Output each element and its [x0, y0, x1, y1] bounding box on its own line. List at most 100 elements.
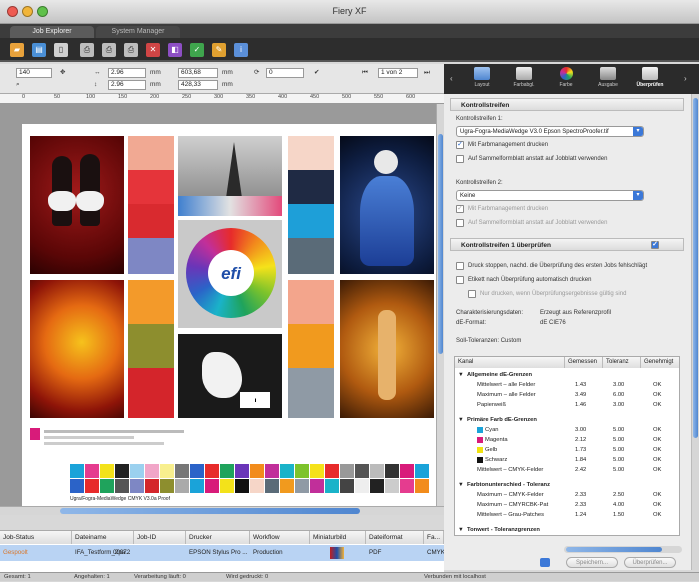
strip2-select[interactable]: Keine ▾ [456, 190, 644, 201]
panel-tab-color-balance[interactable]: Farbabgl. [504, 67, 544, 93]
table-row[interactable]: Papierweiß 1.46 3.00 OK [455, 400, 679, 410]
col-file-format[interactable]: Dateiformat [366, 531, 424, 544]
rotation-field[interactable]: 0 [266, 68, 304, 78]
disclosure-triangle-icon[interactable]: ▼ [458, 525, 464, 535]
col-approved[interactable]: Genehmigt [641, 357, 679, 368]
chevron-right-icon[interactable]: › [684, 74, 687, 84]
row-approved: OK [653, 382, 662, 388]
strip1-sheet-checkbox[interactable] [456, 155, 464, 163]
col-printer[interactable]: Drucker [186, 531, 250, 544]
copies-field[interactable]: 140 [16, 68, 52, 78]
col-filename[interactable]: Dateiname [72, 531, 134, 544]
section-control-strips[interactable]: Kontrollstreifen [450, 98, 684, 111]
col-thumbnail[interactable]: Miniaturbild [310, 531, 366, 544]
zoom-icon[interactable]: ⌕ [16, 80, 20, 90]
strip2-sheet-checkbox[interactable] [456, 219, 464, 227]
table-row[interactable]: Cyan 3.00 5.00 OK [455, 425, 679, 435]
group-title: Primäre Farb dE-Grenzen [467, 417, 537, 423]
canvas-hscroll-thumb[interactable] [60, 508, 360, 514]
tolerance-hscroll[interactable] [564, 546, 682, 553]
group-row[interactable]: ▼ Allgemeine dE-Grenzen [455, 370, 679, 380]
print-settings-icon[interactable]: ⎙ [102, 43, 116, 57]
strip1-select[interactable]: Ugra-Fogra-MediaWedge V3.0 Epson Spectro… [456, 126, 644, 137]
edit-job-icon[interactable]: ✎ [212, 43, 226, 57]
import-icon[interactable]: ▤ [32, 43, 46, 57]
table-row[interactable]: Maximum – CMYK-Felder 2.33 2.50 OK [455, 490, 679, 500]
tab-system-manager[interactable]: System Manager [96, 26, 180, 38]
strip1-cm-checkbox[interactable]: ✓ [456, 141, 464, 149]
confirm-icon[interactable]: ✔ [314, 68, 319, 78]
table-row[interactable]: Mittelwert – CMYK-Felder 2.42 5.00 OK [455, 465, 679, 475]
panel-vertical-scrollbar[interactable] [691, 94, 699, 570]
group-row[interactable]: ▼ Primäre Farb dE-Grenzen [455, 415, 679, 425]
ruler-tick: 50 [54, 94, 61, 100]
floppy-icon[interactable] [540, 558, 550, 567]
color-swatch [288, 280, 334, 324]
job-id: 00072 [113, 549, 131, 556]
col-measured[interactable]: Gemessen [565, 357, 603, 368]
col-workflow[interactable]: Workflow [250, 531, 310, 544]
move-tool-icon[interactable]: ✥ [60, 68, 65, 78]
print-icon[interactable]: ⎙ [80, 43, 94, 57]
open-folder-icon[interactable]: ▰ [10, 43, 24, 57]
width-field[interactable]: 2.96 [108, 68, 146, 78]
disclosure-triangle-icon[interactable]: ▼ [458, 415, 464, 425]
canvas-horizontal-scrollbar[interactable] [0, 506, 444, 515]
chevron-left-icon[interactable]: ‹ [450, 74, 453, 84]
size-width-field[interactable]: 603,68 [178, 68, 218, 78]
disclosure-triangle-icon[interactable]: ▼ [458, 480, 464, 490]
stop-print-checkbox[interactable] [456, 262, 464, 270]
table-row[interactable]: Schwarz 1.84 5.00 OK [455, 455, 679, 465]
section-verify-strip1[interactable]: Kontrollstreifen 1 überprüfen ✓ [450, 238, 684, 251]
save-button[interactable]: Speichern... [566, 557, 618, 568]
first-page-icon[interactable]: ⏮ [362, 68, 368, 78]
cancel-job-icon[interactable]: ✕ [146, 43, 160, 57]
print-queue-icon[interactable]: ⎙ [124, 43, 138, 57]
group-row[interactable]: ▼ Farbtonunterschied - Toleranz [455, 480, 679, 490]
table-row[interactable]: Gelb 1.73 5.00 OK [455, 445, 679, 455]
layout-canvas[interactable]: efi |||||||||||| Ugra/Fogra-MediaWedge C… [0, 104, 436, 506]
disclosure-triangle-icon[interactable]: ▼ [458, 370, 464, 380]
photo-woman-blue-dress[interactable] [340, 136, 434, 274]
table-row[interactable]: Mittelwert – alle Felder 1.43 3.00 OK [455, 380, 679, 390]
document-icon[interactable]: ▯ [54, 43, 68, 57]
col-channel[interactable]: Kanal [455, 357, 565, 368]
row-measured: 3.49 [575, 392, 587, 398]
table-row[interactable]: Maximum – CMYRCBK-Pat 2.33 4.00 OK [455, 500, 679, 510]
table-row[interactable]: Magenta 2.12 5.00 OK [455, 435, 679, 445]
col-color[interactable]: Fa... [424, 531, 444, 544]
canvas-vertical-scrollbar[interactable] [436, 104, 444, 506]
panel-scroll-thumb[interactable] [693, 98, 698, 438]
height-field[interactable]: 2.96 [108, 80, 146, 90]
photo-eiffel-tower[interactable] [178, 136, 282, 216]
panel-tab-color[interactable]: Farbe [546, 67, 586, 93]
canvas-scroll-thumb[interactable] [438, 134, 443, 354]
photo-many-arms-dancer[interactable] [340, 280, 434, 418]
table-row[interactable]: Mittelwert – Grau-Patches 1.24 1.50 OK [455, 510, 679, 520]
verify-job-icon[interactable]: ✓ [190, 43, 204, 57]
panel-tab-output[interactable]: Ausgabe [588, 67, 628, 93]
strip2-cm-checkbox[interactable]: ✓ [456, 205, 464, 213]
print-label-checkbox[interactable] [456, 276, 464, 284]
tolerance-hscroll-thumb[interactable] [566, 547, 662, 552]
color-tools-icon[interactable]: ◧ [168, 43, 182, 57]
photo-tulip[interactable] [30, 280, 124, 418]
only-valid-checkbox[interactable] [468, 290, 476, 298]
size-height-field[interactable]: 428,33 [178, 80, 218, 90]
panel-tab-verify[interactable]: Überprüfen [630, 67, 670, 93]
photo-dancers[interactable] [30, 136, 124, 274]
info-icon[interactable]: i [234, 43, 248, 57]
tab-job-explorer[interactable]: Job Explorer [10, 26, 94, 38]
photo-splash[interactable]: |||||||||||| [178, 334, 282, 418]
col-tolerance[interactable]: Toleranz [603, 357, 641, 368]
check-button[interactable]: Überprüfen... [624, 557, 676, 568]
panel-tab-layout[interactable]: Layout [462, 67, 502, 93]
col-job-id[interactable]: Job-ID [134, 531, 186, 544]
table-row[interactable]: Maximum – alle Felder 3.49 6.00 OK [455, 390, 679, 400]
group-row[interactable]: ▼ Tonwert - Toleranzgrenzen [455, 525, 679, 535]
col-job-status[interactable]: Job-Status [0, 531, 72, 544]
page-indicator[interactable]: 1 von 2 [378, 68, 418, 78]
last-page-icon[interactable]: ⏭ [424, 68, 430, 78]
print-sheet[interactable]: efi |||||||||||| Ugra/Fogra-MediaWedge C… [22, 124, 436, 506]
verify-enable-checkbox[interactable]: ✓ [651, 241, 659, 249]
